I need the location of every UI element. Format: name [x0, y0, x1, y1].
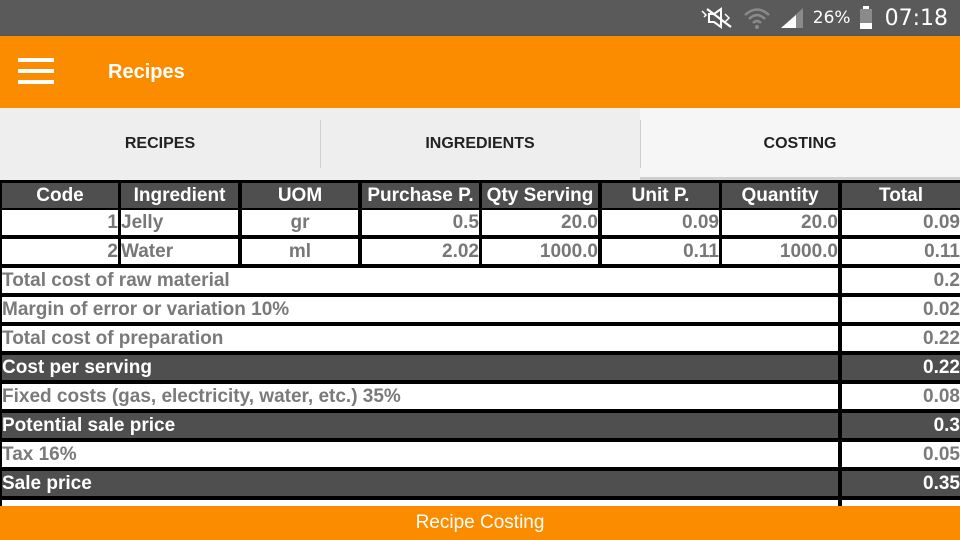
column-header-qty-serving: Qty Serving: [482, 183, 598, 208]
tab-ingredients[interactable]: INGREDIENTS: [320, 108, 640, 180]
tab-costing[interactable]: COSTING: [640, 108, 960, 180]
cell-purchase-price: 0.5: [362, 210, 479, 235]
hamburger-menu-icon[interactable]: [18, 58, 54, 86]
table-row[interactable]: 1 Jelly gr 0.5 20.0 0.09 20.0 0.09: [0, 208, 960, 237]
summary-label: Potential sale price: [2, 413, 838, 438]
summary-value: 0.22: [842, 355, 960, 380]
summary-value: 0.22: [842, 326, 960, 351]
summary-row-sale-price: Sale price 0.35: [0, 469, 960, 498]
cell-unit-price: 0.11: [602, 239, 719, 264]
summary-label: Tax 16%: [2, 442, 838, 467]
summary-value: 0.05: [842, 442, 960, 467]
summary-value: 0.2: [842, 268, 960, 293]
cell-uom: gr: [242, 210, 358, 235]
app-bar: Recipes: [0, 36, 960, 108]
cell-qty-serving: 1000.0: [482, 239, 598, 264]
cell-quantity: 20.0: [722, 210, 838, 235]
costing-table: Code Ingredient UOM Purchase P. Qty Serv…: [0, 180, 960, 506]
table-row[interactable]: 2 Water ml 2.02 1000.0 0.11 1000.0 0.11: [0, 237, 960, 266]
battery-icon: [859, 6, 872, 29]
summary-value: 0.02: [842, 297, 960, 322]
cell-quantity: 1000.0: [722, 239, 838, 264]
signal-icon: [780, 8, 803, 28]
column-header-uom: UOM: [242, 183, 358, 208]
summary-row-partial: [0, 498, 960, 506]
column-header-code: Code: [2, 183, 118, 208]
cell-ingredient: Water: [121, 239, 238, 264]
cell-uom: ml: [242, 239, 358, 264]
summary-label: Fixed costs (gas, electricity, water, et…: [2, 384, 838, 409]
summary-row-cost-per-serving: Cost per serving 0.22: [0, 353, 960, 382]
cell-qty-serving: 20.0: [482, 210, 598, 235]
column-header-purchase-price: Purchase P.: [362, 183, 479, 208]
summary-label: Sale price: [2, 471, 838, 496]
cell-code: 1: [2, 210, 118, 235]
summary-label: Margin of error or variation 10%: [2, 297, 838, 322]
wifi-icon: [743, 8, 770, 29]
summary-row-tax: Tax 16% 0.05: [0, 440, 960, 469]
tab-bar: RECIPES INGREDIENTS COSTING: [0, 108, 960, 180]
summary-label: Cost per serving: [2, 355, 838, 380]
column-header-quantity: Quantity: [722, 183, 838, 208]
summary-value: 0.3: [842, 413, 960, 438]
cell-purchase-price: 2.02: [362, 239, 479, 264]
cell-unit-price: 0.09: [602, 210, 719, 235]
summary-label: Total cost of preparation: [2, 326, 838, 351]
table-header-row: Code Ingredient UOM Purchase P. Qty Serv…: [0, 180, 960, 209]
summary-row-raw-material: Total cost of raw material 0.2: [0, 266, 960, 295]
battery-percentage: 26%: [812, 8, 851, 28]
mute-icon: [701, 7, 732, 29]
summary-row-margin: Margin of error or variation 10% 0.02: [0, 295, 960, 324]
clock: 07:18: [884, 5, 948, 31]
cell-code: 2: [2, 239, 118, 264]
summary-row-preparation: Total cost of preparation 0.22: [0, 324, 960, 353]
summary-row-fixed-costs: Fixed costs (gas, electricity, water, et…: [0, 382, 960, 411]
cell-total: 0.11: [842, 239, 960, 264]
column-header-unit-price: Unit P.: [602, 183, 719, 208]
column-header-total: Total: [842, 183, 960, 208]
cell-total: 0.09: [842, 210, 960, 235]
summary-value: 0.35: [842, 471, 960, 496]
status-bar: 26% 07:18: [0, 0, 960, 36]
summary-label: Total cost of raw material: [2, 268, 838, 293]
recipe-costing-button[interactable]: Recipe Costing: [0, 506, 960, 540]
app-title: Recipes: [108, 61, 185, 83]
tab-recipes[interactable]: RECIPES: [0, 108, 320, 180]
cell-ingredient: Jelly: [121, 210, 238, 235]
summary-value: 0.08: [842, 384, 960, 409]
status-icons: 26% 07:18: [701, 0, 948, 36]
summary-row-potential-sale-price: Potential sale price 0.3: [0, 411, 960, 440]
column-header-ingredient: Ingredient: [121, 183, 238, 208]
